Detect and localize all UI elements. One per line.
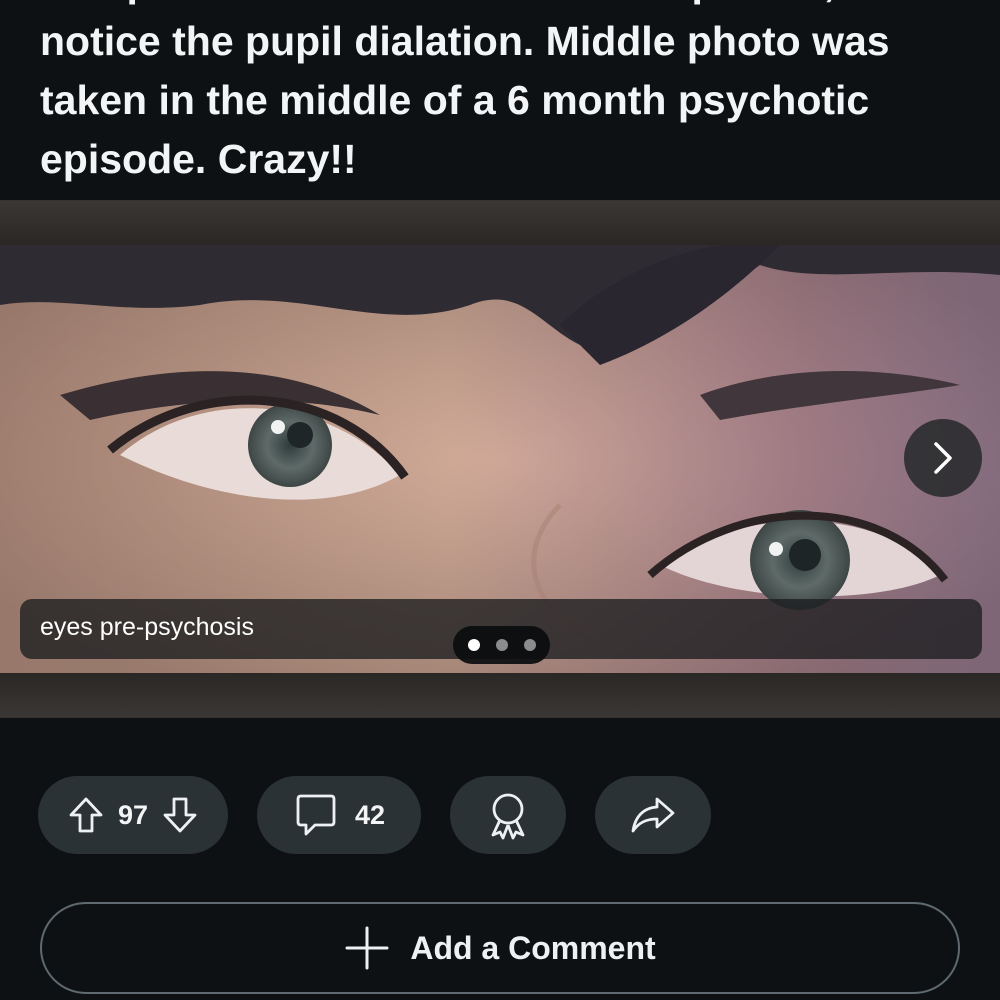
gallery-caption: eyes pre-psychosis [40,613,254,641]
plus-icon [344,925,390,971]
gallery-letterbox-top [0,201,1000,245]
share-arrow-icon [629,793,677,837]
gallery-letterbox-bottom [0,673,1000,717]
comment-count: 42 [354,799,386,830]
comments-button[interactable]: 42 [257,776,421,854]
award-ribbon-icon [484,789,532,841]
pagination-dot-1[interactable] [467,639,480,651]
add-comment-label: Add a Comment [410,929,656,966]
next-slide-button[interactable] [904,419,982,497]
post-action-bar: 97 42 [0,776,1000,854]
vote-control: 97 [38,776,228,854]
downvote-arrow-icon[interactable] [162,795,198,835]
vote-count: 97 [117,799,149,830]
award-button[interactable] [450,776,566,854]
upvote-arrow-icon[interactable] [68,795,104,835]
add-comment-button[interactable]: Add a Comment [40,902,960,994]
pagination-dot-3[interactable] [523,639,536,651]
chevron-right-icon [934,442,952,474]
post-title: Left photo was taken before the episode,… [40,0,890,182]
share-button[interactable] [595,776,711,854]
pagination-dot-2[interactable] [495,639,508,651]
comment-bubble-icon [293,792,339,838]
gallery-pagination[interactable] [453,626,550,664]
post-title-area: Left photo was taken before the episode,… [0,0,1000,200]
image-gallery[interactable]: eyes pre-psychosis [0,200,1000,718]
